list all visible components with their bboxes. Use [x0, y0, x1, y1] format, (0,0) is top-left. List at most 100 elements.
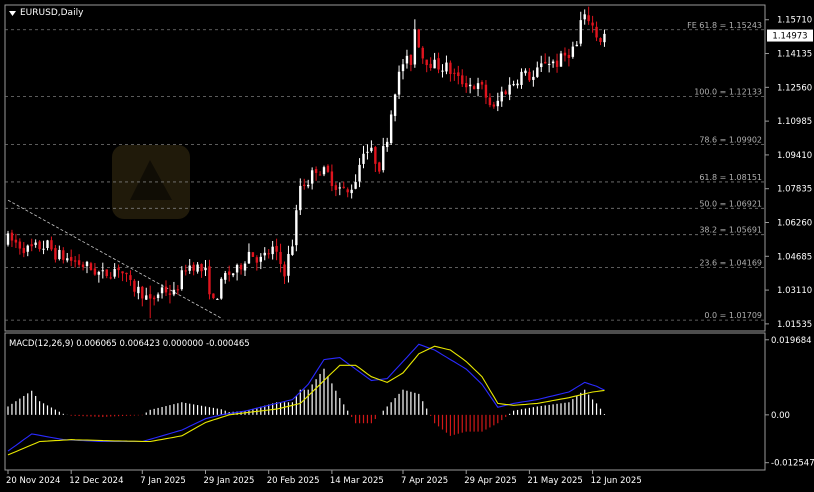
candle-body — [58, 249, 61, 260]
candle-body — [480, 81, 484, 85]
candle-body — [595, 26, 598, 38]
fib-level-label: 23.6 = 1.04169 — [699, 258, 762, 267]
candle-body — [291, 246, 294, 255]
price-tick-label: 1.12560 — [777, 83, 812, 93]
candle-body — [314, 169, 318, 173]
candle-body — [97, 271, 101, 275]
fib-level-label: FE 61.8 = 1.15243 — [687, 21, 762, 30]
price-tick-label: 1.09410 — [777, 151, 812, 161]
candle-body — [445, 62, 448, 72]
candle-body — [38, 241, 41, 250]
candle-body — [500, 91, 503, 102]
candle-body — [271, 246, 274, 255]
candle-body — [571, 46, 575, 57]
candle-body — [476, 83, 480, 89]
symbol-title: EURUSD,Daily — [9, 8, 84, 18]
candle-body — [192, 264, 195, 271]
chart-canvas[interactable]: FE 61.8 = 1.15243 100.0 = 1.12133 78.6 = 1… — [0, 0, 814, 488]
candle-body — [547, 63, 551, 65]
macd-tick-label: 0.019684 — [771, 336, 812, 346]
candle-body — [437, 58, 440, 70]
candle-body — [449, 62, 452, 75]
candle-body — [145, 295, 148, 300]
fib-level-label: 38.2 = 1.05691 — [699, 226, 762, 235]
candle-body — [544, 61, 547, 64]
candle-body — [559, 53, 563, 67]
candle-body — [524, 70, 527, 74]
candle-body — [247, 251, 251, 264]
candle-body — [520, 71, 523, 85]
candle-body — [540, 63, 543, 68]
candle-body — [555, 60, 559, 67]
candle-body — [156, 294, 160, 298]
time-tick-label: 12 Dec 2024 — [69, 476, 123, 486]
candle-body — [172, 289, 176, 295]
candle-body — [603, 33, 606, 43]
candle-body — [338, 187, 341, 189]
mt4-chart-window[interactable]: FE 61.8 = 1.15243 100.0 = 1.12133 78.6 = 1… — [0, 0, 814, 488]
candle-body — [287, 253, 290, 276]
candle-body — [579, 20, 582, 44]
candle-body — [180, 270, 183, 290]
candle-body — [89, 263, 93, 271]
candle-body — [508, 84, 511, 95]
candle-body — [405, 55, 409, 64]
candle-body — [66, 258, 69, 261]
candle-body — [50, 240, 53, 250]
candle-body — [472, 86, 476, 90]
candle-body — [378, 162, 381, 172]
price-tick-label: 1.07835 — [777, 185, 812, 195]
candle-body — [567, 54, 571, 58]
candle-body — [504, 91, 507, 95]
candle-body — [303, 184, 306, 186]
candle-body — [267, 253, 270, 255]
candle-body — [129, 275, 132, 280]
candle-body — [152, 297, 156, 300]
candle-body — [70, 256, 73, 261]
candle-body — [536, 67, 539, 77]
fib-level-label: 78.6 = 1.09902 — [699, 135, 762, 144]
candle-body — [10, 232, 14, 241]
candle-body — [591, 22, 594, 26]
candle-body — [295, 210, 298, 246]
time-tick-label: 29 Jan 2025 — [204, 476, 255, 486]
candle-body — [453, 72, 456, 74]
candle-body — [334, 185, 338, 190]
candle-body — [468, 84, 472, 87]
candle-body — [85, 261, 89, 267]
candle-body — [42, 248, 45, 250]
candle-body — [528, 71, 531, 81]
candle-body — [243, 263, 247, 271]
candle-body — [492, 104, 496, 107]
candle-body — [488, 97, 492, 106]
candle-body — [196, 264, 199, 272]
candle-body — [461, 75, 464, 85]
candle-body — [366, 151, 369, 153]
candle-body — [389, 114, 393, 144]
candle-body — [93, 268, 97, 275]
candle-body — [168, 293, 172, 295]
time-tick-label: 14 Mar 2025 — [330, 476, 384, 486]
price-tick-label: 1.01535 — [777, 320, 812, 330]
candle-body — [231, 273, 235, 276]
candle-body — [512, 84, 515, 86]
candle-body — [322, 167, 326, 175]
candle-body — [208, 266, 211, 295]
candle-body — [599, 38, 602, 42]
candle-body — [496, 100, 499, 107]
candle-body — [465, 83, 468, 88]
candle-body — [117, 267, 120, 271]
price-tick-label: 1.06260 — [777, 219, 812, 229]
fib-level-label: 0.0 = 1.01709 — [704, 311, 762, 320]
candle-body — [330, 171, 334, 187]
candle-body — [441, 70, 444, 72]
candle-body — [133, 280, 136, 292]
candle-body — [125, 272, 128, 275]
candle-body — [587, 15, 590, 22]
candle-body — [101, 270, 104, 272]
candle-body — [516, 83, 519, 86]
candle-body — [279, 251, 282, 265]
candle-body — [204, 267, 207, 271]
candle-body — [484, 84, 488, 98]
candle-body — [397, 71, 401, 95]
